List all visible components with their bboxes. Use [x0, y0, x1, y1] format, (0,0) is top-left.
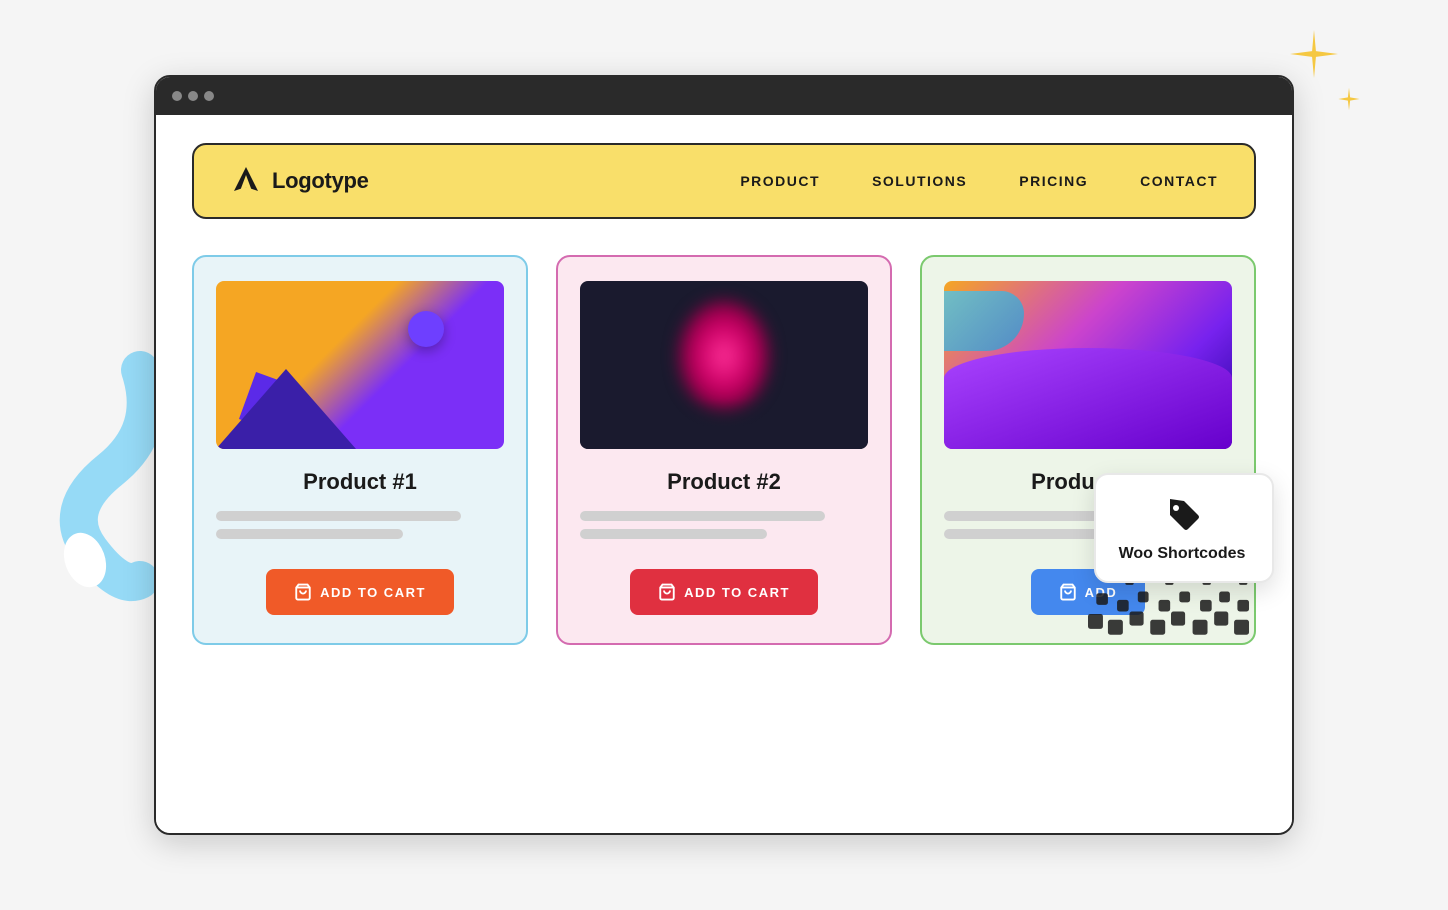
- product-image-1: [216, 281, 504, 449]
- desc-line: [216, 511, 461, 521]
- add-to-cart-label-1: ADD TO CART: [320, 585, 426, 600]
- tag-icon: [1162, 495, 1202, 535]
- logo-icon: [230, 165, 262, 197]
- products-grid: Product #1 ADD TO CART: [192, 255, 1256, 645]
- product-card-3: Product #3 ADD: [920, 255, 1256, 645]
- product-card-1: Product #1 ADD TO CART: [192, 255, 528, 645]
- nav-contact[interactable]: CONTACT: [1140, 173, 1218, 189]
- logo-text: Logotype: [272, 168, 369, 194]
- product-name-2: Product #2: [667, 469, 781, 495]
- product-card-2: Product #2 ADD TO CART: [556, 255, 892, 645]
- titlebar-dot-3: [204, 91, 214, 101]
- nav-pricing[interactable]: PRICING: [1019, 173, 1088, 189]
- star-small-icon: [1335, 85, 1363, 113]
- cart-icon: [294, 583, 312, 601]
- geo-deco: [216, 369, 356, 449]
- browser-titlebar: [156, 77, 1292, 115]
- cart-icon: [658, 583, 676, 601]
- navbar: Logotype PRODUCT SOLUTIONS PRICING CONTA…: [192, 143, 1256, 219]
- product-desc-2: [580, 511, 868, 547]
- add-to-cart-button-2[interactable]: ADD TO CART: [630, 569, 818, 615]
- product-thumbnail-2: [580, 281, 868, 449]
- nav-links: PRODUCT SOLUTIONS PRICING CONTACT: [740, 173, 1218, 189]
- titlebar-dot-1: [172, 91, 182, 101]
- browser-window: Logotype PRODUCT SOLUTIONS PRICING CONTA…: [154, 75, 1294, 835]
- add-to-cart-button-1[interactable]: ADD TO CART: [266, 569, 454, 615]
- nav-logo[interactable]: Logotype: [230, 165, 369, 197]
- product-desc-1: [216, 511, 504, 547]
- product-image-2: [580, 281, 868, 449]
- browser-content: Logotype PRODUCT SOLUTIONS PRICING CONTA…: [156, 115, 1292, 833]
- desc-line: [580, 529, 767, 539]
- woo-shortcodes-tooltip: Woo Shortcodes: [1094, 473, 1274, 583]
- titlebar-dot-2: [188, 91, 198, 101]
- star-large-icon: [1290, 30, 1338, 78]
- product-thumbnail-3: [944, 281, 1232, 449]
- add-to-cart-label-2: ADD TO CART: [684, 585, 790, 600]
- desc-line: [216, 529, 403, 539]
- add-to-cart-label-3: ADD: [1085, 585, 1118, 600]
- deco-swirl-icon: [30, 350, 160, 610]
- product-name-1: Product #1: [303, 469, 417, 495]
- desc-line: [580, 511, 825, 521]
- product-thumbnail-1: [216, 281, 504, 449]
- nav-solutions[interactable]: SOLUTIONS: [872, 173, 967, 189]
- woo-shortcodes-label: Woo Shortcodes: [1119, 545, 1246, 563]
- cart-icon: [1059, 583, 1077, 601]
- product-image-3: [944, 281, 1232, 449]
- nav-product[interactable]: PRODUCT: [740, 173, 820, 189]
